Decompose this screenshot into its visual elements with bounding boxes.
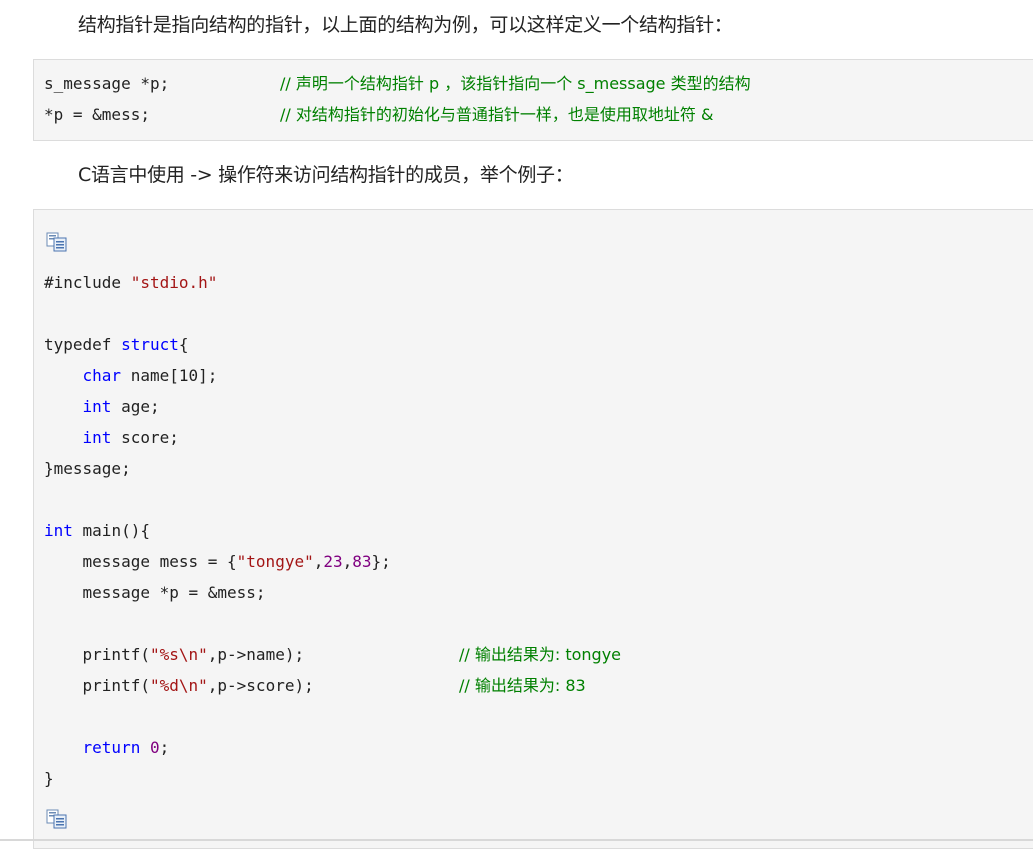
code-text: *p = &mess; <box>44 105 150 124</box>
field-decl: age; <box>111 397 160 416</box>
include-file: "stdio.h" <box>130 273 218 292</box>
format-string: "%s\n" <box>149 645 208 664</box>
code-line-close-typedef: }message; <box>44 459 131 478</box>
code-text: printf( <box>82 645 150 664</box>
code-text: ; <box>159 738 170 757</box>
code-line-printf-name: printf("%s\n",p->name); // 输出结果为: tongye <box>44 639 622 670</box>
typedef-keyword: typedef <box>44 335 122 354</box>
code-line-include: #include "stdio.h" <box>44 267 217 298</box>
type-keyword: int <box>44 521 73 540</box>
type-keyword: char <box>82 366 122 385</box>
code-line-typedef: typedef struct{ <box>44 329 189 360</box>
struct-keyword: struct <box>121 335 179 354</box>
number-literal: 0 <box>149 738 160 757</box>
code-line-close-main: } <box>44 769 54 788</box>
return-keyword: return <box>82 738 141 757</box>
code-line-main: int main(){ <box>44 515 150 546</box>
code-line-field-score: int score; <box>44 422 179 453</box>
code-text: }; <box>371 552 391 571</box>
type-keyword: int <box>82 397 112 416</box>
code-text: , <box>313 552 324 571</box>
type-keyword: int <box>82 428 112 447</box>
code-text: s_message *p; <box>44 74 170 93</box>
code-line-printf-score: printf("%d\n",p->score); // 输出结果为: 83 <box>44 670 586 701</box>
format-string: "%d\n" <box>149 676 208 695</box>
code-comment: // 输出结果为: 83 <box>459 676 586 695</box>
code-line: s_message *p; // 声明一个结构指针 p ，该指针指向一个 s_me… <box>44 68 751 99</box>
code-text: message *p = &mess; <box>82 583 266 602</box>
code-line-mess-decl: message mess = {"tongye",23,83}; <box>44 546 391 577</box>
code-snippet-example: #include "stdio.h" typedef struct{ char … <box>33 209 1033 849</box>
code-text: , <box>342 552 353 571</box>
code-text: printf( <box>82 676 150 695</box>
code-line-return: return 0; <box>44 732 170 763</box>
number-literal: 23 <box>323 552 343 571</box>
code-snippet-pointer-decl: s_message *p; // 声明一个结构指针 p ，该指针指向一个 s_me… <box>33 59 1033 141</box>
field-decl: score; <box>111 428 179 447</box>
paragraph-struct-pointer: 结构指针是指向结构的指针，以上面的结构为例，可以这样定义一个结构指针： <box>78 14 733 36</box>
code-text: ,p->name); <box>207 645 305 664</box>
code-text: ,p->score); <box>207 676 314 695</box>
code-comment: // 输出结果为: tongye <box>459 645 622 664</box>
string-literal: "tongye" <box>236 552 314 571</box>
main-signature: main(){ <box>72 521 150 540</box>
preprocessor-directive: #include <box>44 273 131 292</box>
code-line-field-age: int age; <box>44 391 160 422</box>
number-literal: 83 <box>352 552 372 571</box>
code-text: message mess = { <box>82 552 237 571</box>
code-line-ptr-decl: message *p = &mess; <box>44 577 266 608</box>
paragraph-arrow-operator: C语言中使用 -> 操作符来访问结构指针的成员，举个例子： <box>78 164 574 186</box>
copy-code-icon[interactable] <box>46 809 68 829</box>
copy-code-icon[interactable] <box>46 232 68 252</box>
open-brace: { <box>178 335 189 354</box>
code-comment: // 对结构指针的初始化与普通指针一样，也是使用取地址符 & <box>280 105 714 124</box>
code-line-field-name: char name[10]; <box>44 360 218 391</box>
field-decl: name[10]; <box>121 366 218 385</box>
code-line: *p = &mess; // 对结构指针的初始化与普通指针一样，也是使用取地址符 … <box>44 99 713 130</box>
code-comment: // 声明一个结构指针 p ，该指针指向一个 s_message 类型的结构 <box>280 74 751 93</box>
